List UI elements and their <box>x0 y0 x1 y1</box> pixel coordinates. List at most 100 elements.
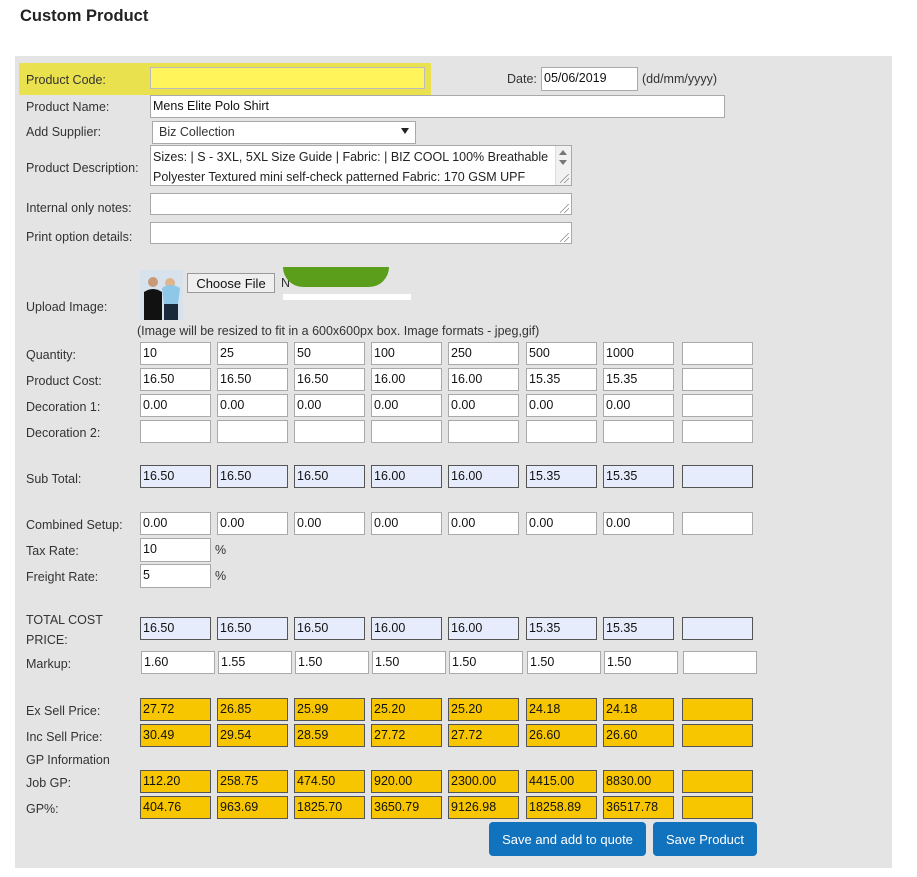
total-cost-cell-2[interactable]: 16.50 <box>217 617 288 640</box>
quantity-cell-8[interactable] <box>682 342 753 365</box>
decoration2-cell-1[interactable] <box>140 420 211 443</box>
resize-handle-icon[interactable] <box>560 204 569 213</box>
decoration1-cell-4[interactable]: 0.00 <box>371 394 442 417</box>
job-gp-cell-7[interactable]: 8830.00 <box>603 770 674 793</box>
job-gp-cell-2[interactable]: 258.75 <box>217 770 288 793</box>
job-gp-cell-6[interactable]: 4415.00 <box>526 770 597 793</box>
combined-setup-cell-8[interactable] <box>682 512 753 535</box>
decoration1-cell-6[interactable]: 0.00 <box>526 394 597 417</box>
combined-setup-cell-7[interactable]: 0.00 <box>603 512 674 535</box>
quantity-cell-1[interactable]: 10 <box>140 342 211 365</box>
sub-total-cell-6[interactable]: 15.35 <box>526 465 597 488</box>
job-gp-cell-3[interactable]: 474.50 <box>294 770 365 793</box>
decoration1-cell-3[interactable]: 0.00 <box>294 394 365 417</box>
product-cost-cell-5[interactable]: 16.00 <box>448 368 519 391</box>
combined-setup-cell-5[interactable]: 0.00 <box>448 512 519 535</box>
ex-sell-cell-4[interactable]: 25.20 <box>371 698 442 721</box>
scroll-up-icon[interactable] <box>559 150 567 155</box>
gp-pct-cell-8[interactable] <box>682 796 753 819</box>
decoration1-cell-2[interactable]: 0.00 <box>217 394 288 417</box>
date-input[interactable]: 05/06/2019 <box>541 67 638 91</box>
decoration2-cell-4[interactable] <box>371 420 442 443</box>
decoration2-cell-3[interactable] <box>294 420 365 443</box>
product-cost-cell-4[interactable]: 16.00 <box>371 368 442 391</box>
inc-sell-cell-7[interactable]: 26.60 <box>603 724 674 747</box>
product-cost-cell-6[interactable]: 15.35 <box>526 368 597 391</box>
internal-notes-textarea[interactable] <box>150 193 572 215</box>
product-code-input[interactable] <box>150 67 425 89</box>
tax-rate-input[interactable]: 10 <box>140 538 211 562</box>
gp-pct-cell-7[interactable]: 36517.78 <box>603 796 674 819</box>
total-cost-cell-6[interactable]: 15.35 <box>526 617 597 640</box>
gp-pct-cell-2[interactable]: 963.69 <box>217 796 288 819</box>
quantity-cell-5[interactable]: 250 <box>448 342 519 365</box>
product-cost-cell-1[interactable]: 16.50 <box>140 368 211 391</box>
markup-cell-5[interactable]: 1.50 <box>449 651 523 674</box>
quantity-cell-3[interactable]: 50 <box>294 342 365 365</box>
product-cost-cell-3[interactable]: 16.50 <box>294 368 365 391</box>
sub-total-cell-8[interactable] <box>682 465 753 488</box>
decoration2-cell-6[interactable] <box>526 420 597 443</box>
print-option-textarea[interactable] <box>150 222 572 244</box>
ex-sell-cell-3[interactable]: 25.99 <box>294 698 365 721</box>
inc-sell-cell-6[interactable]: 26.60 <box>526 724 597 747</box>
ex-sell-cell-8[interactable] <box>682 698 753 721</box>
freight-rate-input[interactable]: 5 <box>140 564 211 588</box>
markup-cell-6[interactable]: 1.50 <box>527 651 601 674</box>
job-gp-cell-8[interactable] <box>682 770 753 793</box>
total-cost-cell-1[interactable]: 16.50 <box>140 617 211 640</box>
ex-sell-cell-6[interactable]: 24.18 <box>526 698 597 721</box>
combined-setup-cell-6[interactable]: 0.00 <box>526 512 597 535</box>
markup-cell-1[interactable]: 1.60 <box>141 651 215 674</box>
sub-total-cell-2[interactable]: 16.50 <box>217 465 288 488</box>
ex-sell-cell-7[interactable]: 24.18 <box>603 698 674 721</box>
decoration1-cell-8[interactable] <box>682 394 753 417</box>
inc-sell-cell-1[interactable]: 30.49 <box>140 724 211 747</box>
decoration1-cell-1[interactable]: 0.00 <box>140 394 211 417</box>
combined-setup-cell-3[interactable]: 0.00 <box>294 512 365 535</box>
product-description-textarea[interactable]: Sizes: | S - 3XL, 5XL Size Guide | Fabri… <box>150 145 572 186</box>
product-cost-cell-2[interactable]: 16.50 <box>217 368 288 391</box>
product-cost-cell-7[interactable]: 15.35 <box>603 368 674 391</box>
ex-sell-cell-2[interactable]: 26.85 <box>217 698 288 721</box>
inc-sell-cell-5[interactable]: 27.72 <box>448 724 519 747</box>
save-product-button[interactable]: Save Product <box>653 822 757 856</box>
inc-sell-cell-4[interactable]: 27.72 <box>371 724 442 747</box>
job-gp-cell-1[interactable]: 112.20 <box>140 770 211 793</box>
quantity-cell-6[interactable]: 500 <box>526 342 597 365</box>
decoration2-cell-7[interactable] <box>603 420 674 443</box>
quantity-cell-2[interactable]: 25 <box>217 342 288 365</box>
resize-handle-icon[interactable] <box>560 233 569 242</box>
total-cost-cell-3[interactable]: 16.50 <box>294 617 365 640</box>
markup-cell-7[interactable]: 1.50 <box>604 651 678 674</box>
supplier-select[interactable]: Biz Collection <box>152 121 416 144</box>
gp-pct-cell-4[interactable]: 3650.79 <box>371 796 442 819</box>
sub-total-cell-5[interactable]: 16.00 <box>448 465 519 488</box>
gp-pct-cell-3[interactable]: 1825.70 <box>294 796 365 819</box>
decoration1-cell-5[interactable]: 0.00 <box>448 394 519 417</box>
choose-file-button[interactable]: Choose File <box>187 273 275 293</box>
product-name-input[interactable]: Mens Elite Polo Shirt <box>150 95 725 118</box>
save-and-add-to-quote-button[interactable]: Save and add to quote <box>489 822 646 856</box>
sub-total-cell-4[interactable]: 16.00 <box>371 465 442 488</box>
total-cost-cell-7[interactable]: 15.35 <box>603 617 674 640</box>
total-cost-cell-8[interactable] <box>682 617 753 640</box>
gp-pct-cell-6[interactable]: 18258.89 <box>526 796 597 819</box>
markup-cell-3[interactable]: 1.50 <box>295 651 369 674</box>
sub-total-cell-7[interactable]: 15.35 <box>603 465 674 488</box>
markup-cell-8[interactable] <box>683 651 757 674</box>
resize-handle-icon[interactable] <box>560 174 569 183</box>
ex-sell-cell-1[interactable]: 27.72 <box>140 698 211 721</box>
quantity-cell-7[interactable]: 1000 <box>603 342 674 365</box>
job-gp-cell-4[interactable]: 920.00 <box>371 770 442 793</box>
total-cost-cell-4[interactable]: 16.00 <box>371 617 442 640</box>
combined-setup-cell-1[interactable]: 0.00 <box>140 512 211 535</box>
product-cost-cell-8[interactable] <box>682 368 753 391</box>
gp-pct-cell-1[interactable]: 404.76 <box>140 796 211 819</box>
decoration2-cell-5[interactable] <box>448 420 519 443</box>
markup-cell-4[interactable]: 1.50 <box>372 651 446 674</box>
job-gp-cell-5[interactable]: 2300.00 <box>448 770 519 793</box>
sub-total-cell-1[interactable]: 16.50 <box>140 465 211 488</box>
combined-setup-cell-4[interactable]: 0.00 <box>371 512 442 535</box>
ex-sell-cell-5[interactable]: 25.20 <box>448 698 519 721</box>
